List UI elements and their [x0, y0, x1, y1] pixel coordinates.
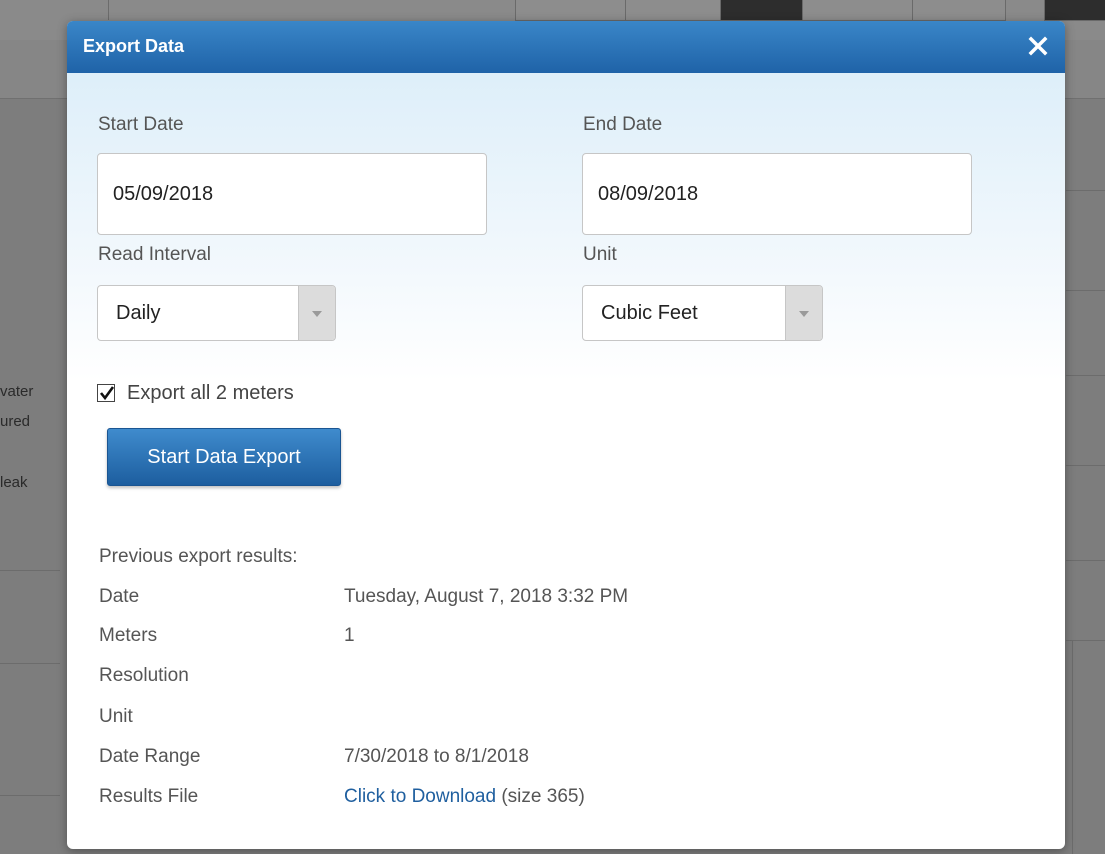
dialog-header: Export Data	[67, 21, 1065, 73]
background-text: vater	[0, 383, 34, 400]
result-value-date-range: 7/30/2018 to 8/1/2018	[344, 746, 529, 767]
background-tab	[625, 0, 722, 21]
start-date-input[interactable]	[97, 153, 487, 235]
start-data-export-button[interactable]: Start Data Export	[107, 428, 341, 486]
end-date-input[interactable]	[582, 153, 972, 235]
background-divider	[0, 663, 60, 664]
export-all-label: Export all 2 meters	[127, 382, 294, 404]
end-date-label: End Date	[583, 114, 663, 135]
background-divider	[1066, 465, 1105, 466]
background-divider	[108, 0, 109, 20]
background-text: leak	[0, 474, 28, 491]
result-label-meters: Meters	[99, 625, 158, 646]
result-label-results-file: Results File	[99, 786, 199, 807]
start-date-label: Start Date	[98, 114, 184, 135]
background-divider	[1066, 560, 1105, 561]
background-divider	[0, 795, 60, 796]
result-value-meters: 1	[344, 625, 355, 646]
result-label-unit: Unit	[99, 706, 133, 727]
result-label-resolution: Resolution	[99, 665, 189, 686]
background-text: ured	[0, 413, 31, 430]
background-tab	[515, 0, 627, 21]
unit-value: Cubic Feet	[601, 302, 698, 324]
dialog-title: Export Data	[83, 36, 185, 56]
read-interval-value: Daily	[116, 302, 161, 324]
background-tab	[720, 0, 804, 21]
background-tab	[802, 0, 914, 21]
background-divider	[1066, 375, 1105, 376]
download-link[interactable]: Click to Download	[344, 786, 496, 807]
previous-results-title: Previous export results:	[99, 546, 298, 567]
background-divider	[1066, 190, 1105, 191]
result-value-date: Tuesday, August 7, 2018 3:32 PM	[344, 586, 629, 607]
background-divider	[1066, 290, 1105, 291]
unit-label: Unit	[583, 244, 617, 265]
result-value-results-file: Click to Download (size 365)	[344, 786, 585, 808]
background-tab	[912, 0, 1006, 21]
chevron-down-icon[interactable]	[298, 286, 335, 340]
export-data-dialog: Export Data Start Date End Date Read Int…	[67, 21, 1065, 849]
checkmark-icon	[99, 386, 115, 401]
result-label-date: Date	[99, 586, 140, 607]
close-icon[interactable]	[1027, 35, 1049, 57]
chevron-down-icon[interactable]	[785, 286, 822, 340]
unit-select[interactable]: Cubic Feet	[582, 285, 823, 341]
read-interval-select[interactable]: Daily	[97, 285, 336, 341]
export-all-checkbox[interactable]	[97, 384, 115, 402]
read-interval-label: Read Interval	[98, 244, 212, 265]
result-label-date-range: Date Range	[99, 746, 201, 767]
file-size-text: (size 365)	[496, 786, 585, 807]
background-tab	[1044, 0, 1105, 21]
background-divider	[0, 570, 60, 571]
background-divider	[1072, 640, 1073, 854]
